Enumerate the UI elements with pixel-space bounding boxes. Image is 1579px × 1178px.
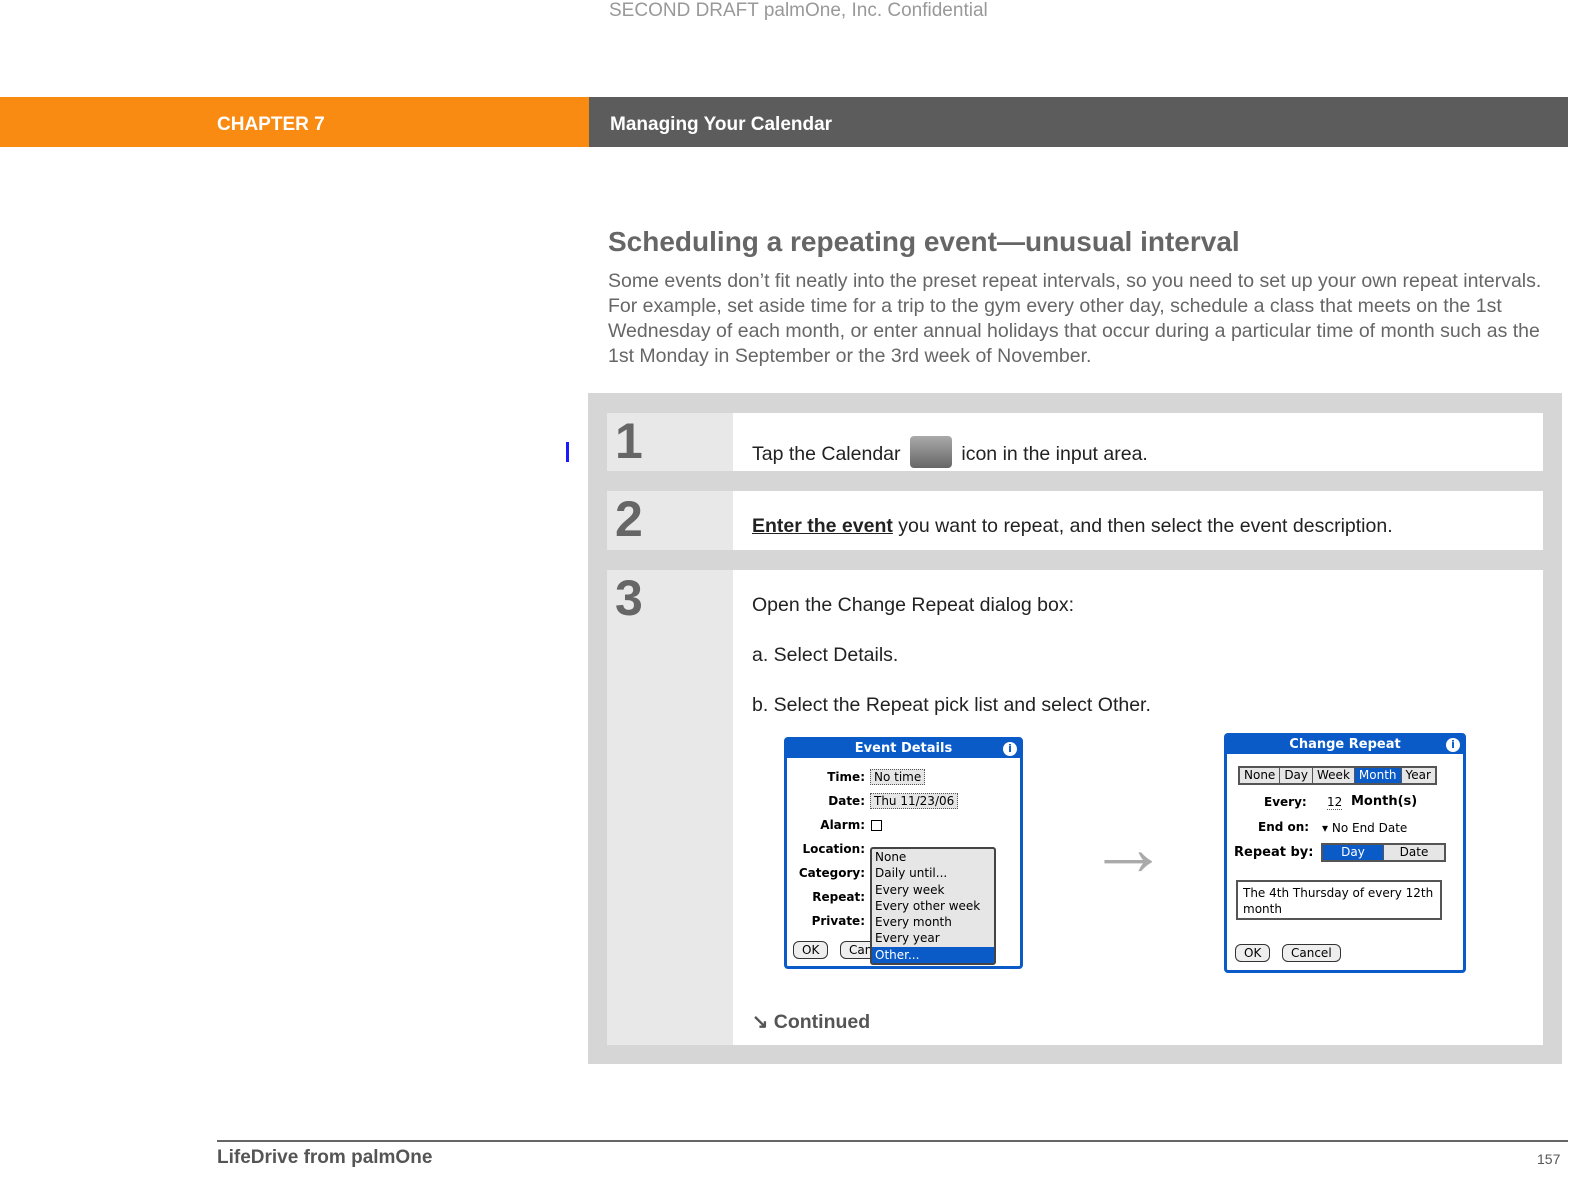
ok-button[interactable]: OK (1235, 944, 1271, 962)
end-on-value: No End Date (1331, 821, 1408, 835)
dialog-title: Change Repeat (1289, 737, 1401, 752)
watermark: SECOND DRAFT palmOne, Inc. Confidential (609, 0, 988, 21)
page-number: 157 (1537, 1151, 1561, 1167)
continued-indicator: ↘ Continued (752, 1010, 870, 1034)
every-input[interactable]: 12 (1327, 795, 1343, 810)
picklist-item[interactable]: Every year (872, 930, 994, 946)
continued-label: Continued (773, 1011, 871, 1033)
time-label: Time: (827, 770, 865, 784)
private-label: Private: (811, 914, 865, 928)
date-field[interactable]: Thu 11/23/06 (870, 793, 959, 809)
location-label: Location: (802, 842, 865, 856)
chapter-title: Managing Your Calendar (610, 114, 833, 135)
step-text: icon in the input area. (961, 443, 1148, 465)
every-unit: Month(s) (1351, 794, 1418, 809)
calendar-icon (909, 436, 952, 468)
repeat-by-label: Repeat by: (1234, 845, 1314, 860)
repeat-by-toggle: Day Date (1321, 843, 1446, 862)
tab-month[interactable]: Month (1354, 768, 1402, 783)
repeat-by-date[interactable]: Date (1384, 845, 1444, 860)
step-number: 3 (607, 570, 733, 1045)
picklist-item[interactable]: None (872, 849, 994, 865)
repeat-label: Repeat: (812, 890, 865, 904)
change-repeat-dialog: Change Repeat i None Day Week Month Year … (1224, 733, 1466, 973)
change-bar (566, 442, 569, 462)
arrow-down-right-icon: ↘ (752, 1011, 769, 1033)
section-intro: Some events don’t fit neatly into the pr… (608, 270, 1542, 367)
step-text: Tap the Calendar (752, 443, 901, 465)
repeat-summary: The 4th Thursday of every 12th month (1236, 880, 1442, 920)
ok-button[interactable]: OK (793, 941, 829, 959)
picklist-item[interactable]: Every other week (872, 898, 994, 914)
step-text: Open the Change Repeat dialog box: (752, 594, 1074, 616)
info-icon[interactable]: i (1446, 738, 1460, 752)
enter-event-link[interactable]: Enter the event (752, 515, 893, 537)
time-field[interactable]: No time (870, 769, 926, 785)
step-number: 1 (607, 413, 733, 471)
picklist-item[interactable]: Daily until... (872, 865, 994, 881)
picklist-item[interactable]: Every week (872, 882, 994, 898)
end-on-picker[interactable]: ▾ No End Date (1322, 821, 1407, 835)
tab-none[interactable]: None (1240, 768, 1281, 783)
step-2: 2 Enter the event you want to repeat, an… (607, 491, 1543, 550)
substep-b: b. Select the Repeat pick list and selec… (752, 694, 1151, 716)
substep-a: a. Select Details. (752, 644, 899, 666)
tab-year[interactable]: Year (1401, 768, 1435, 783)
alarm-label: Alarm: (820, 818, 865, 832)
alarm-checkbox[interactable] (871, 820, 882, 831)
event-details-dialog: Event Details i Time: Date: Alarm: Locati… (784, 737, 1023, 969)
every-label: Every: (1264, 795, 1307, 809)
repeat-by-day[interactable]: Day (1323, 845, 1384, 860)
repeat-type-tabs: None Day Week Month Year (1238, 766, 1437, 785)
footer-rule (217, 1140, 1568, 1142)
picklist-item-selected[interactable]: Other... (872, 946, 994, 964)
chapter-label: CHAPTER 7 (217, 114, 325, 135)
repeat-picklist: None Daily until... Every week Every oth… (870, 847, 996, 966)
tab-day[interactable]: Day (1280, 768, 1314, 783)
step-number: 2 (607, 491, 733, 550)
arrow-right-icon: → (1088, 803, 1168, 892)
step-text: you want to repeat, and then select the … (892, 515, 1393, 537)
info-icon[interactable]: i (1003, 742, 1017, 756)
step-1: 1 Tap the Calendar icon in the input are… (607, 413, 1543, 471)
section-title: Scheduling a repeating event—unusual int… (608, 226, 1240, 257)
tab-week[interactable]: Week (1313, 768, 1355, 783)
end-on-label: End on: (1258, 820, 1310, 834)
category-label: Category: (798, 866, 865, 880)
dialog-title: Event Details (854, 741, 953, 756)
cancel-button[interactable]: Cancel (1282, 944, 1341, 962)
triangle-down-icon: ▾ (1322, 821, 1329, 835)
footer-book-title: LifeDrive from palmOne (217, 1147, 433, 1168)
picklist-item[interactable]: Every month (872, 914, 994, 930)
date-label: Date: (828, 794, 865, 808)
